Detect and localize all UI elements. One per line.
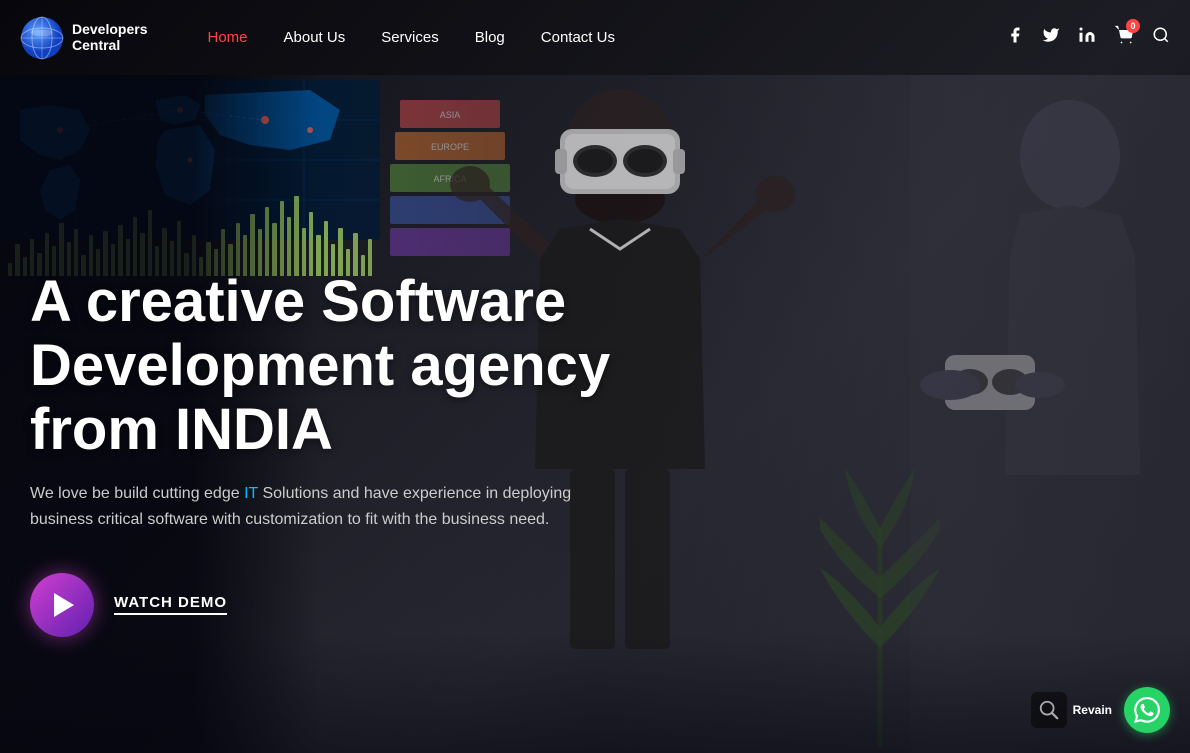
nav-contact[interactable]: Contact Us	[541, 29, 615, 46]
hero-title: A creative Software Development agency f…	[30, 270, 650, 461]
nav-social-icons: 0	[1006, 25, 1170, 50]
nav-about[interactable]: About Us	[284, 29, 346, 46]
whatsapp-button[interactable]	[1124, 687, 1170, 733]
search-icon[interactable]	[1152, 26, 1170, 49]
hero-content: A creative Software Development agency f…	[30, 270, 650, 637]
hero-subtitle: We love be build cutting edge IT Solutio…	[30, 481, 590, 532]
revain-text: Revain	[1073, 703, 1112, 717]
play-icon	[54, 593, 74, 617]
cart-badge: 0	[1126, 19, 1140, 33]
revain-badge[interactable]: Revain	[1031, 692, 1112, 728]
linkedin-icon[interactable]	[1078, 26, 1096, 49]
logo-text: Developers Central	[72, 22, 147, 53]
logo-link[interactable]: Developers Central	[20, 16, 147, 60]
nav-services[interactable]: Services	[381, 29, 439, 46]
twitter-icon[interactable]	[1042, 26, 1060, 49]
facebook-icon[interactable]	[1006, 26, 1024, 49]
bottom-icons: Revain	[1031, 687, 1170, 733]
whatsapp-icon	[1134, 697, 1160, 723]
revain-icon	[1031, 692, 1067, 728]
cart-icon[interactable]: 0	[1114, 25, 1134, 50]
play-button[interactable]	[30, 573, 94, 637]
watch-demo-text[interactable]: WATCH DEMO	[114, 594, 227, 615]
nav-home[interactable]: Home	[207, 29, 247, 46]
nav-links: Home About Us Services Blog Contact Us	[207, 29, 1006, 46]
logo-line2: Central	[72, 38, 147, 53]
navigation: Developers Central Home About Us Service…	[0, 0, 1190, 75]
cta-area: WATCH DEMO	[30, 573, 650, 637]
logo-line1: Developers	[72, 22, 147, 37]
logo-icon	[20, 16, 64, 60]
bottom-gradient-overlay	[0, 633, 1190, 753]
nav-blog[interactable]: Blog	[475, 29, 505, 46]
it-highlight: IT	[244, 485, 258, 502]
